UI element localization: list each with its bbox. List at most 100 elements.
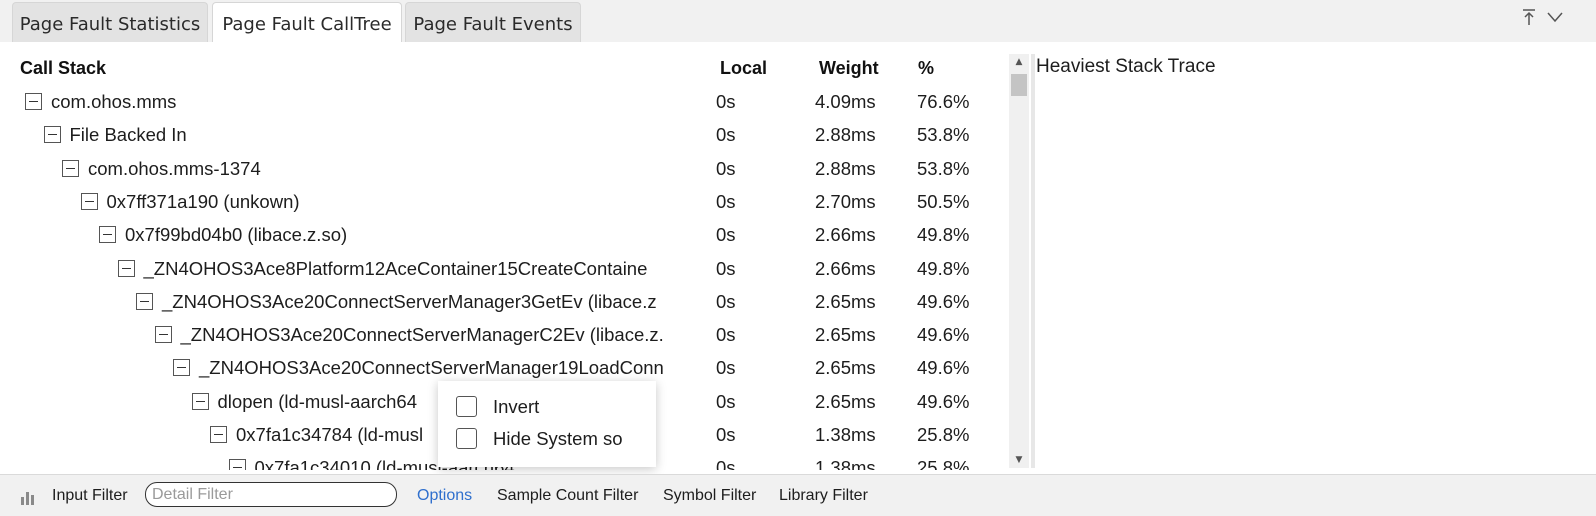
call-stack-name: 0x7fa1c34784 (ld-musl <box>236 424 424 445</box>
call-stack-cell: _ZN4OHOS3Ace8Platform12AceContainer15Cre… <box>117 252 711 285</box>
collapse-toggle-icon[interactable] <box>25 93 42 110</box>
weight-cell: 2.66ms <box>815 224 876 246</box>
call-stack-name: File Backed In <box>69 124 187 146</box>
collapse-toggle-icon[interactable] <box>228 459 246 470</box>
weight-cell: 2.65ms <box>815 324 876 346</box>
hide-system-so-checkbox[interactable] <box>456 428 477 449</box>
pane-divider[interactable] <box>1031 54 1035 468</box>
percent-cell: 76.6% <box>917 91 970 112</box>
call-stack-name: 0x7ff371a190 (unkown) <box>106 190 300 212</box>
hide-system-so-label: Hide System so <box>493 428 623 449</box>
local-cell: 0s <box>716 157 736 179</box>
percent-cell: 49.8% <box>917 257 970 279</box>
header-call-stack[interactable]: Call Stack <box>20 58 106 79</box>
call-stack-cell: _ZN4OHOS3Ace20ConnectServerManager3GetEv… <box>136 285 710 318</box>
table-row[interactable]: File Backed In 0s 2.88ms 53.8% <box>0 118 1008 151</box>
weight-cell: 2.88ms <box>815 157 876 179</box>
header-weight[interactable]: Weight <box>819 58 879 79</box>
table-row[interactable]: _ZN4OHOS3Ace20ConnectServerManager3GetEv… <box>0 285 1008 318</box>
percent-cell: 53.8% <box>917 157 970 179</box>
tab-page-fault-events[interactable]: Page Fault Events <box>405 2 581 43</box>
table-row[interactable]: 0x7f99bd04b0 (libace.z.so) 0s 2.66ms 49.8% <box>0 218 1008 251</box>
collapse-toggle-icon[interactable] <box>43 126 61 144</box>
call-stack-name: 0x7f99bd04b0 (libace.z.so) <box>125 224 348 246</box>
local-cell: 0s <box>716 224 736 246</box>
call-stack-cell: _ZN4OHOS3Ace20ConnectServerManager19Load… <box>173 351 710 384</box>
symbol-filter-button[interactable]: Symbol Filter <box>663 485 756 507</box>
detail-filter-input[interactable] <box>145 482 397 507</box>
collapse-toggle-icon[interactable] <box>62 159 79 177</box>
collapse-toggle-icon[interactable] <box>154 326 172 344</box>
input-filter-label: Input Filter <box>52 487 128 504</box>
invert-option[interactable]: Invert <box>456 395 539 419</box>
call-stack-name: com.ohos.mms <box>51 91 177 112</box>
percent-cell: 49.8% <box>917 224 970 246</box>
call-stack-cell: 0x7ff371a190 (unkown) <box>80 185 711 218</box>
call-stack-name: _ZN4OHOS3Ace8Platform12AceContainer15Cre… <box>143 257 648 279</box>
collapse-toggle-icon[interactable] <box>173 359 190 377</box>
local-cell: 0s <box>716 390 736 412</box>
weight-cell: 2.65ms <box>815 357 876 379</box>
tab-page-fault-statistics[interactable]: Page Fault Statistics <box>12 2 208 43</box>
table-row[interactable]: _ZN4OHOS3Ace20ConnectServerManagerC2Ev (… <box>0 318 1008 351</box>
header-local[interactable]: Local <box>720 58 767 79</box>
weight-cell: 2.66ms <box>815 257 876 279</box>
percent-cell: 53.8% <box>917 124 970 146</box>
local-cell: 0s <box>716 457 736 470</box>
call-stack-cell: File Backed In <box>43 118 711 151</box>
chevron-down-icon[interactable] <box>1544 6 1566 28</box>
weight-cell: 2.70ms <box>815 190 876 212</box>
call-stack-cell: com.ohos.mms-1374 <box>62 152 710 185</box>
collapse-toggle-icon[interactable] <box>99 226 116 244</box>
weight-cell: 2.65ms <box>815 290 876 312</box>
header-percent[interactable]: % <box>918 58 934 79</box>
local-cell: 0s <box>716 357 736 379</box>
weight-cell: 4.09ms <box>815 91 876 112</box>
pin-top-icon[interactable] <box>1518 6 1540 28</box>
collapse-toggle-icon[interactable] <box>191 392 209 410</box>
table-row[interactable]: com.ohos.mms-1374 0s 2.88ms 53.8% <box>0 152 1008 185</box>
options-button[interactable]: Options <box>417 485 472 507</box>
call-stack-cell: com.ohos.mms <box>25 85 710 118</box>
invert-label: Invert <box>493 396 540 417</box>
table-row[interactable]: com.ohos.mms 0s 4.09ms 76.6% <box>0 85 1008 118</box>
collapse-toggle-icon[interactable] <box>210 426 227 443</box>
percent-cell: 49.6% <box>917 357 970 379</box>
collapse-toggle-icon[interactable] <box>117 259 135 277</box>
call-stack-name: _ZN4OHOS3Ace20ConnectServerManagerC2Ev (… <box>180 324 664 346</box>
weight-cell: 2.65ms <box>815 390 876 412</box>
table-row[interactable]: _ZN4OHOS3Ace20ConnectServerManager19Load… <box>0 351 1008 384</box>
call-stack-name: com.ohos.mms-1374 <box>88 157 261 179</box>
hide-system-so-option[interactable]: Hide System so <box>456 427 623 451</box>
library-filter-button[interactable]: Library Filter <box>779 485 868 507</box>
scroll-down-icon[interactable]: ▼ <box>1009 452 1029 468</box>
call-stack-cell: _ZN4OHOS3Ace20ConnectServerManagerC2Ev (… <box>154 318 711 351</box>
heaviest-stack-title: Heaviest Stack Trace <box>1036 56 1216 77</box>
local-cell: 0s <box>716 91 736 112</box>
vertical-scrollbar[interactable]: ▲ ▼ <box>1009 54 1029 468</box>
collapse-toggle-icon[interactable] <box>80 192 98 210</box>
call-stack-name: dlopen (ld-musl-aarch64 <box>217 390 418 412</box>
invert-checkbox[interactable] <box>456 396 477 417</box>
filter-bar: Input Filter Options Sample Count Filter… <box>0 474 1596 516</box>
bar-chart-icon <box>20 489 38 505</box>
percent-cell: 25.8% <box>917 424 970 445</box>
tab-page-fault-calltree[interactable]: Page Fault CallTree <box>212 2 402 44</box>
table-row[interactable]: _ZN4OHOS3Ace8Platform12AceContainer15Cre… <box>0 252 1008 285</box>
heaviest-stack-pane: Heaviest Stack Trace <box>1036 54 1596 468</box>
local-cell: 0s <box>716 257 736 279</box>
tab-bar: Page Fault Statistics Page Fault CallTre… <box>0 0 1596 44</box>
local-cell: 0s <box>716 290 736 312</box>
local-cell: 0s <box>716 190 736 212</box>
collapse-toggle-icon[interactable] <box>136 292 153 310</box>
call-stack-cell: 0x7f99bd04b0 (libace.z.so) <box>99 218 710 251</box>
local-cell: 0s <box>716 424 736 445</box>
table-row[interactable]: 0x7ff371a190 (unkown) 0s 2.70ms 50.5% <box>0 185 1008 218</box>
sample-count-filter-button[interactable]: Sample Count Filter <box>497 485 638 507</box>
scroll-up-icon[interactable]: ▲ <box>1009 54 1029 70</box>
call-stack-name: _ZN4OHOS3Ace20ConnectServerManager3GetEv… <box>162 290 657 312</box>
weight-cell: 1.38ms <box>815 457 876 470</box>
percent-cell: 50.5% <box>917 190 970 212</box>
local-cell: 0s <box>716 324 736 346</box>
scroll-thumb[interactable] <box>1011 74 1027 96</box>
